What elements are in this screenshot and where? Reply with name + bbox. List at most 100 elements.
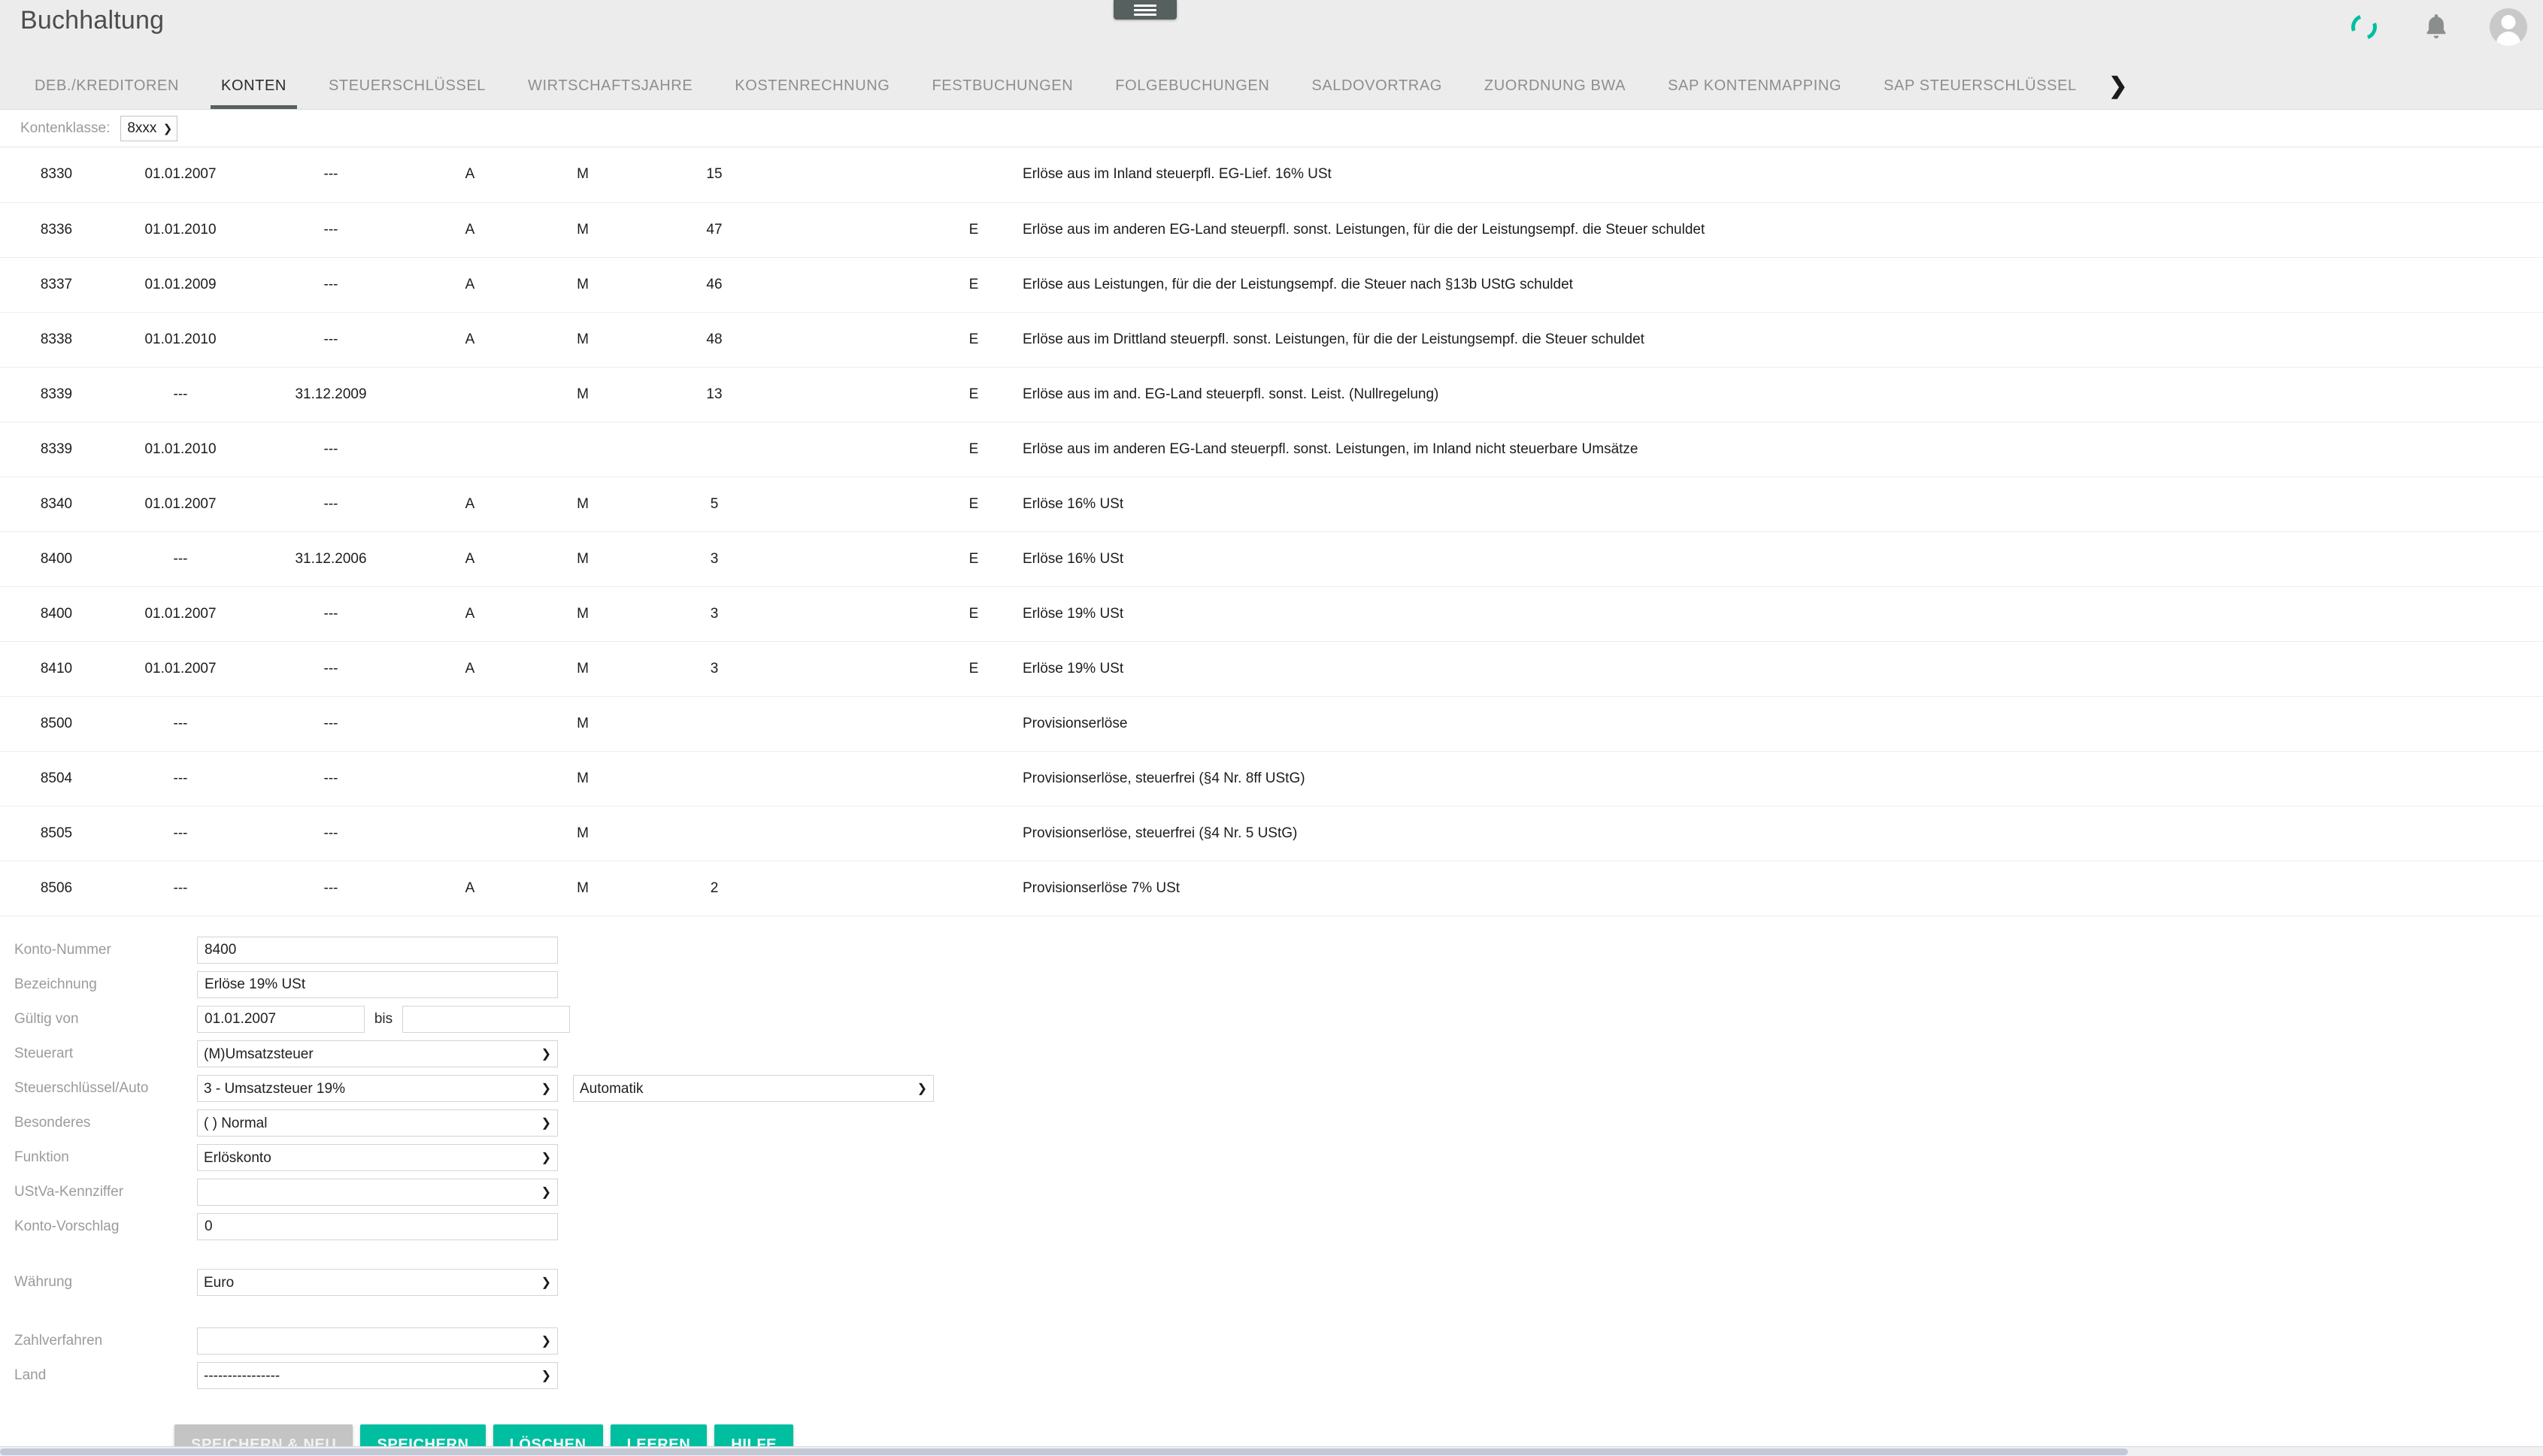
form-row-konto-vorschlag: Konto-Vorschlag bbox=[0, 1209, 2543, 1244]
cell-spacer bbox=[790, 586, 925, 642]
table-row[interactable]: 8504 --- --- M Provisionserlöse, steuerf… bbox=[0, 751, 2543, 807]
form-row-zahlverfahren: Zahlverfahren ❯ bbox=[0, 1324, 2543, 1358]
bezeichnung-input[interactable] bbox=[197, 971, 558, 998]
cell-gueltig-bis: --- bbox=[248, 586, 414, 642]
tab-konten[interactable]: KONTEN bbox=[200, 62, 308, 109]
scrollbar-thumb[interactable] bbox=[0, 1448, 2128, 1455]
steuerart-select[interactable]: (M)Umsatzsteuer bbox=[197, 1040, 558, 1067]
cell-automatik bbox=[414, 806, 526, 861]
tab-kostenrechnung[interactable]: KOSTENRECHNUNG bbox=[714, 62, 911, 109]
cell-bezeichnung: Erlöse aus Leistungen, für die der Leist… bbox=[1023, 257, 2543, 313]
cell-funktion bbox=[925, 751, 1023, 807]
cell-spacer bbox=[790, 751, 925, 807]
cell-steuerart: M bbox=[526, 531, 639, 587]
table-row[interactable]: 8506 --- --- A M 2 Provisionserlöse 7% U… bbox=[0, 861, 2543, 916]
cell-spacer bbox=[790, 806, 925, 861]
cell-konto-nr: 8330 bbox=[0, 147, 113, 203]
cell-gueltig-bis: --- bbox=[248, 806, 414, 861]
hamburger-bars bbox=[1134, 2, 1156, 18]
chevron-right-icon[interactable]: ❯ bbox=[2098, 62, 2138, 109]
gueltig-von-label: Gültig von bbox=[14, 1011, 79, 1027]
tab-label: FOLGEBUCHUNGEN bbox=[1115, 77, 1270, 94]
bell-glyph bbox=[2426, 14, 2446, 38]
besonderes-select[interactable]: ( ) Normal bbox=[197, 1109, 558, 1137]
gueltig-von-input[interactable] bbox=[197, 1006, 365, 1033]
tab-saldovortrag[interactable]: SALDOVORTRAG bbox=[1290, 62, 1463, 109]
cell-steuerschluessel bbox=[639, 422, 790, 477]
hamburger-icon[interactable] bbox=[1114, 0, 1177, 20]
cell-gueltig-von: 01.01.2010 bbox=[113, 422, 248, 477]
tab-zuordnung-bwa[interactable]: ZUORDNUNG BWA bbox=[1463, 62, 1647, 109]
automatik-select[interactable]: Automatik bbox=[573, 1075, 934, 1102]
cell-steuerschluessel: 46 bbox=[639, 257, 790, 313]
cell-gueltig-bis: 31.12.2006 bbox=[248, 531, 414, 587]
gueltig-bis-input[interactable] bbox=[402, 1006, 570, 1033]
table-row[interactable]: 8400 --- 31.12.2006 A M 3 E Erlöse 16% U… bbox=[0, 531, 2543, 587]
cell-gueltig-von: 01.01.2009 bbox=[113, 257, 248, 313]
cell-automatik: A bbox=[414, 257, 526, 313]
kontenklasse-select[interactable]: 8xxx bbox=[120, 115, 178, 141]
cell-konto-nr: 8400 bbox=[0, 586, 113, 642]
table-row[interactable]: 8410 01.01.2007 --- A M 3 E Erlöse 19% U… bbox=[0, 641, 2543, 697]
land-label: Land bbox=[14, 1367, 47, 1383]
cell-spacer bbox=[790, 257, 925, 313]
table-row[interactable]: 8339 --- 31.12.2009 M 13 E Erlöse aus im… bbox=[0, 367, 2543, 422]
cell-bezeichnung: Erlöse aus im Drittland steuerpfl. sonst… bbox=[1023, 312, 2543, 368]
bezeichnung-label: Bezeichnung bbox=[14, 976, 97, 992]
ustva-kennziffer-select[interactable] bbox=[197, 1179, 558, 1206]
tab-wirtschaftsjahre[interactable]: WIRTSCHAFTSJAHRE bbox=[507, 62, 714, 109]
cell-gueltig-von: --- bbox=[113, 367, 248, 422]
table-row[interactable]: 8337 01.01.2009 --- A M 46 E Erlöse aus … bbox=[0, 257, 2543, 313]
tab-label: SAP KONTENMAPPING bbox=[1668, 77, 1842, 94]
cell-automatik bbox=[414, 751, 526, 807]
steuerschluessel-select[interactable]: 3 - Umsatzsteuer 19% bbox=[197, 1075, 558, 1102]
cell-bezeichnung: Provisionserlöse 7% USt bbox=[1023, 861, 2543, 916]
tab-sap-kontenmapping[interactable]: SAP KONTENMAPPING bbox=[1647, 62, 1863, 109]
table-row[interactable]: 8400 01.01.2007 --- A M 3 E Erlöse 19% U… bbox=[0, 586, 2543, 642]
cell-funktion: E bbox=[925, 367, 1023, 422]
besonderes-label: Besonderes bbox=[14, 1115, 91, 1131]
zahlverfahren-select[interactable] bbox=[197, 1327, 558, 1355]
user-avatar-icon[interactable] bbox=[2487, 6, 2529, 48]
table-row[interactable]: 8338 01.01.2010 --- A M 48 E Erlöse aus … bbox=[0, 312, 2543, 368]
land-select[interactable]: ---------------- bbox=[197, 1362, 558, 1389]
horizontal-scrollbar[interactable] bbox=[0, 1446, 2543, 1456]
form-row-ustva-kennziffer: UStVa-Kennziffer ❯ bbox=[0, 1175, 2543, 1209]
kontenklasse-select-wrap: 8xxx ❯ bbox=[120, 115, 178, 141]
zahlverfahren-label: Zahlverfahren bbox=[14, 1333, 103, 1349]
cell-bezeichnung: Erlöse 16% USt bbox=[1023, 477, 2543, 532]
cell-bezeichnung: Erlöse aus im Inland steuerpfl. EG-Lief.… bbox=[1023, 147, 2543, 203]
cell-gueltig-von: 01.01.2007 bbox=[113, 586, 248, 642]
tab-sap-steuerschluessel[interactable]: SAP STEUERSCHLÜSSEL bbox=[1863, 62, 2098, 109]
tab-label: DEB./KREDITOREN bbox=[35, 77, 179, 94]
cell-steuerschluessel bbox=[639, 806, 790, 861]
waehrung-select[interactable]: Euro bbox=[197, 1269, 558, 1296]
sync-spinner-glyph bbox=[2347, 10, 2381, 44]
accounts-table-scroll[interactable]: 8330 01.01.2007 --- A M 15 Erlöse aus im… bbox=[0, 147, 2543, 919]
sync-spinner-icon[interactable] bbox=[2343, 6, 2385, 48]
cell-gueltig-von: --- bbox=[113, 751, 248, 807]
table-row[interactable]: 8336 01.01.2010 --- A M 47 E Erlöse aus … bbox=[0, 202, 2543, 258]
form-row-gueltig-von: Gültig von bis bbox=[0, 1002, 2543, 1037]
cell-steuerschluessel: 47 bbox=[639, 202, 790, 258]
tab-festbuchungen[interactable]: FESTBUCHUNGEN bbox=[911, 62, 1094, 109]
cell-funktion: E bbox=[925, 531, 1023, 587]
funktion-select-wrap: Erlöskonto ❯ bbox=[197, 1144, 558, 1171]
konto-vorschlag-input[interactable] bbox=[197, 1213, 558, 1240]
konto-nummer-input[interactable] bbox=[197, 937, 558, 964]
cell-steuerschluessel: 15 bbox=[639, 147, 790, 203]
cell-konto-nr: 8336 bbox=[0, 202, 113, 258]
tab-folgebuchungen[interactable]: FOLGEBUCHUNGEN bbox=[1094, 62, 1290, 109]
funktion-select[interactable]: Erlöskonto bbox=[197, 1144, 558, 1171]
notifications-bell-icon[interactable] bbox=[2415, 6, 2457, 48]
table-row[interactable]: 8330 01.01.2007 --- A M 15 Erlöse aus im… bbox=[0, 147, 2543, 203]
table-row[interactable]: 8500 --- --- M Provisionserlöse bbox=[0, 696, 2543, 752]
table-row[interactable]: 8340 01.01.2007 --- A M 5 E Erlöse 16% U… bbox=[0, 477, 2543, 532]
cell-konto-nr: 8339 bbox=[0, 367, 113, 422]
cell-steuerart: M bbox=[526, 147, 639, 203]
table-row[interactable]: 8339 01.01.2010 --- E Erlöse aus im ande… bbox=[0, 422, 2543, 477]
cell-automatik: A bbox=[414, 531, 526, 587]
table-row[interactable]: 8505 --- --- M Provisionserlöse, steuerf… bbox=[0, 806, 2543, 861]
tab-steuerschluessel[interactable]: STEUERSCHLÜSSEL bbox=[308, 62, 507, 109]
tab-deb-kreditoren[interactable]: DEB./KREDITOREN bbox=[14, 62, 200, 109]
